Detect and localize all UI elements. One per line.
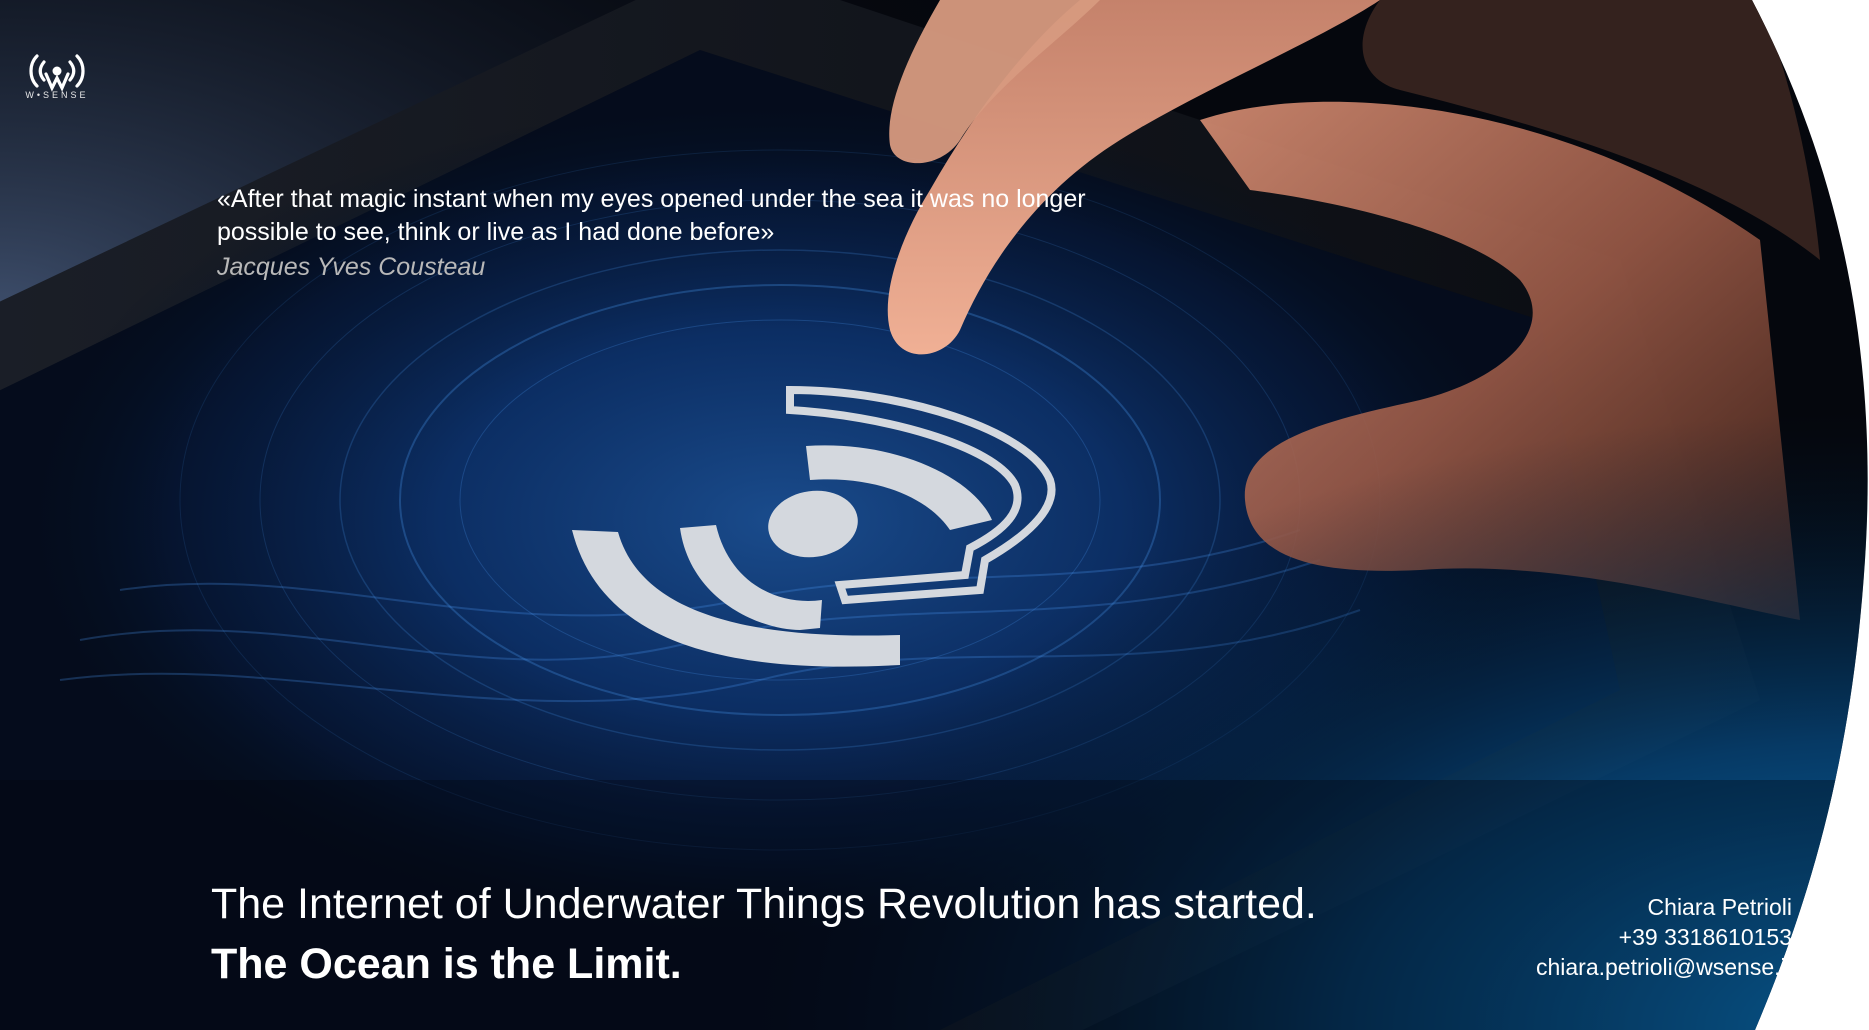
contact-block: Chiara Petrioli +39 3318610153 chiara.pe… — [1536, 892, 1792, 982]
contact-phone: +39 3318610153 — [1618, 924, 1792, 950]
slide: W•SENSE «After that magic instant when m… — [0, 0, 1869, 1030]
contact-name: Chiara Petrioli — [1647, 894, 1792, 920]
tagline: The Ocean is the Limit. — [211, 940, 682, 988]
logo-caption: W•SENSE — [25, 90, 89, 100]
contact-email: chiara.petrioli@wsense.it — [1535, 954, 1792, 980]
quote-text: «After that magic instant when my eyes o… — [217, 185, 1086, 246]
background-image — [0, 0, 1868, 1030]
quote-author: Jacques Yves Cousteau — [217, 253, 486, 281]
headline: The Internet of Underwater Things Revolu… — [211, 880, 1317, 928]
